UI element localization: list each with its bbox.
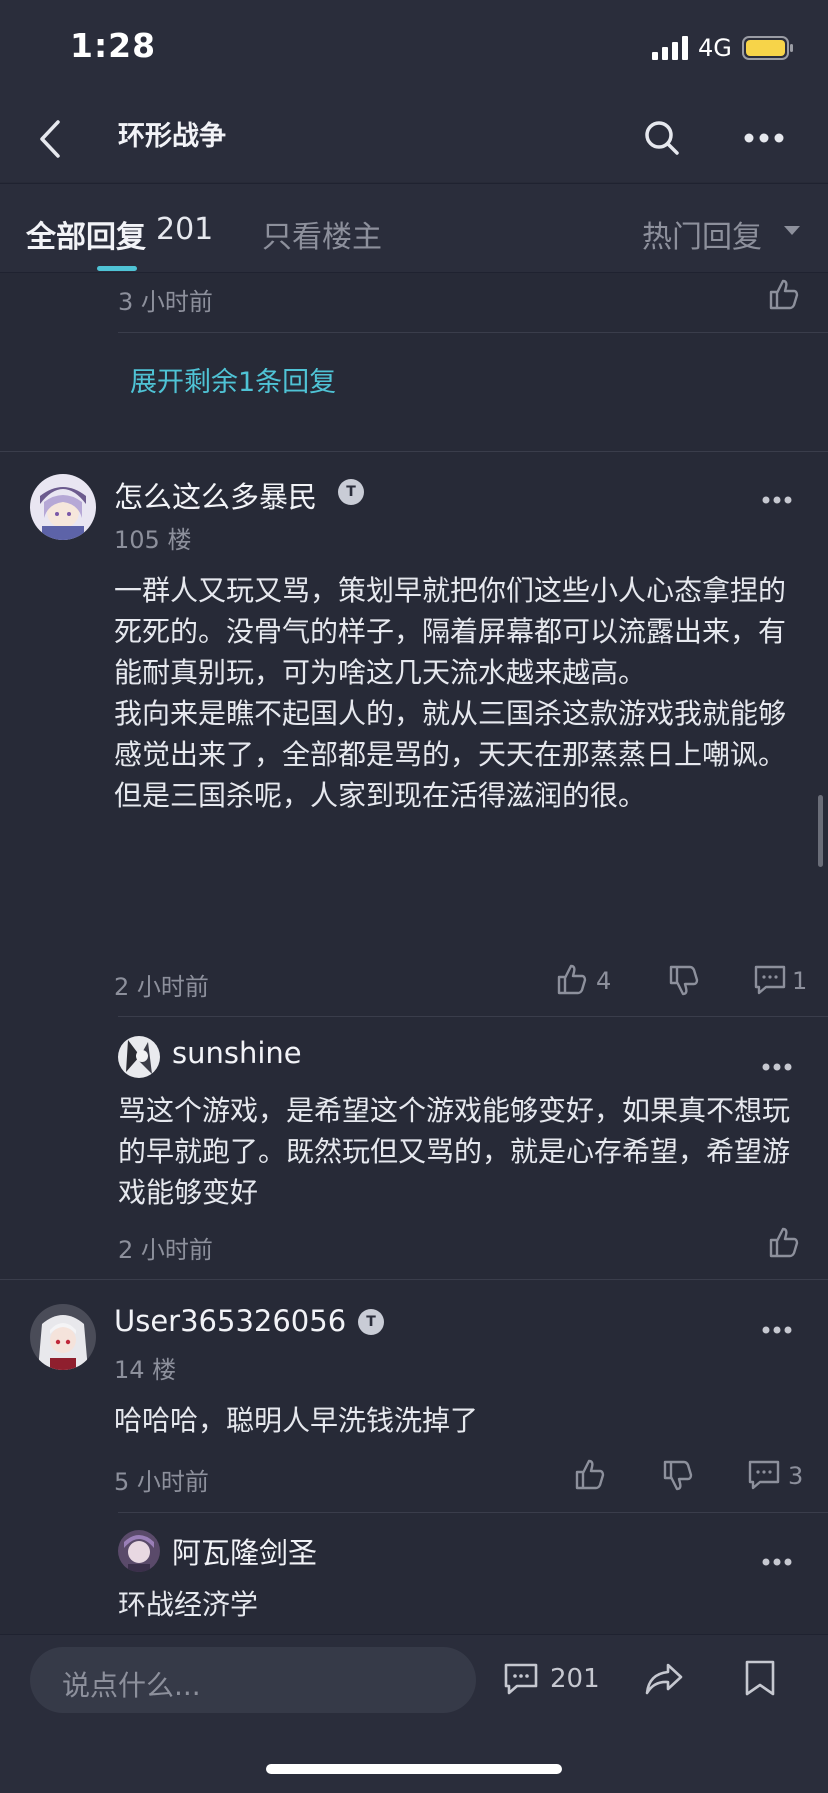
divider: [118, 332, 828, 333]
comment-icon[interactable]: [754, 965, 786, 995]
more-options-icon[interactable]: [744, 133, 784, 143]
username[interactable]: 怎么这么多暴民: [114, 474, 317, 516]
reply-content: 环战经济学: [118, 1588, 259, 1621]
level-badge-icon: T: [358, 1309, 384, 1335]
like-icon[interactable]: [768, 1226, 800, 1258]
reply-content: 骂这个游戏，是希望这个游戏能够变好，如果真不想玩的早就跑了。既然玩但又骂的，就是…: [118, 1094, 791, 1209]
username[interactable]: sunshine: [172, 1036, 302, 1070]
comment-input-placeholder: 说点什么...: [62, 1669, 201, 1702]
tab-owner-only[interactable]: 只看楼主: [262, 212, 382, 256]
username[interactable]: User365326056: [114, 1304, 346, 1338]
post-content: 哈哈哈，聪明人早洗钱洗掉了: [114, 1404, 479, 1437]
active-tab-indicator: [97, 266, 137, 271]
expand-replies-link[interactable]: 展开剩余1条回复: [130, 360, 336, 399]
avatar[interactable]: [118, 1036, 160, 1078]
like-icon[interactable]: [574, 1458, 606, 1490]
chevron-down-icon[interactable]: [784, 226, 800, 235]
more-options-icon[interactable]: [762, 1558, 792, 1566]
avatar[interactable]: [30, 474, 96, 540]
avatar[interactable]: [30, 1304, 96, 1370]
comment-count: 1: [792, 967, 808, 995]
tab-all-replies-count: 201: [156, 212, 214, 247]
divider: [0, 1279, 828, 1280]
more-options-icon[interactable]: [762, 496, 792, 504]
comment-count: 3: [788, 1462, 804, 1490]
floor-number: 105 楼: [114, 526, 192, 554]
status-time: 1:28: [70, 26, 157, 65]
share-icon[interactable]: [644, 1662, 684, 1696]
dislike-icon[interactable]: [662, 1460, 694, 1492]
like-count: 4: [596, 967, 612, 995]
network-label: 4G: [698, 34, 732, 62]
avatar[interactable]: [118, 1530, 160, 1572]
comment-icon[interactable]: [748, 1460, 780, 1490]
reply-time: 3 小时前: [118, 288, 213, 316]
divider: [118, 1512, 828, 1513]
floor-number: 14 楼: [114, 1356, 177, 1384]
like-icon[interactable]: [556, 963, 588, 995]
sort-dropdown[interactable]: 热门回复: [642, 212, 762, 256]
more-options-icon[interactable]: [762, 1063, 792, 1071]
scrollbar[interactable]: [818, 795, 823, 867]
post-time: 2 小时前: [114, 973, 209, 1001]
bookmark-icon[interactable]: [744, 1660, 776, 1696]
tab-all-replies[interactable]: 全部回复: [26, 212, 146, 256]
divider: [118, 1016, 828, 1017]
divider: [0, 451, 828, 452]
post-time: 5 小时前: [114, 1468, 209, 1496]
reply-time: 2 小时前: [118, 1236, 213, 1264]
signal-icon: [652, 36, 692, 60]
home-indicator[interactable]: [266, 1764, 562, 1774]
search-icon[interactable]: [644, 120, 680, 156]
level-badge-icon: T: [338, 479, 364, 505]
more-options-icon[interactable]: [762, 1326, 792, 1334]
back-icon[interactable]: [38, 120, 62, 158]
post-content: 一群人又玩又骂，策划早就把你们这些小人心态拿捏的死死的。没骨气的样子，隔着屏幕都…: [114, 574, 787, 812]
battery-icon: [742, 36, 794, 60]
username[interactable]: 阿瓦隆剑圣: [172, 1530, 317, 1572]
comment-icon[interactable]: [504, 1663, 538, 1695]
dislike-icon[interactable]: [668, 965, 700, 997]
like-icon[interactable]: [768, 278, 800, 310]
comment-total: 201: [550, 1664, 600, 1694]
page-title: 环形战争: [118, 121, 226, 152]
